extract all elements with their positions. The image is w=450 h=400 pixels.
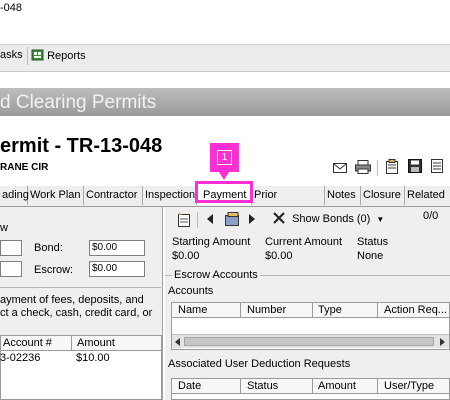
- deduction-requests-label: Associated User Deduction Requests: [168, 358, 351, 370]
- amount-column-header[interactable]: Amount: [77, 337, 115, 349]
- toolbar-separator: [27, 47, 28, 65]
- tab-closure[interactable]: Closure: [361, 186, 405, 205]
- accounts-action-header[interactable]: Action Req...: [384, 304, 447, 316]
- scroll-right-icon[interactable]: [440, 338, 445, 346]
- add-record-icon[interactable]: [177, 212, 191, 227]
- document-icon[interactable]: [430, 159, 444, 174]
- step-marker: 1: [210, 143, 239, 172]
- payments-grid-header: Account # Amount: [0, 335, 162, 351]
- deductions-user-type-header[interactable]: User/Type: [384, 380, 434, 392]
- print-icon[interactable]: [355, 160, 371, 174]
- tab-inspection-label: Inspection: [145, 189, 196, 201]
- tab-grading-label: ading: [2, 189, 29, 201]
- deductions-date-header[interactable]: Date: [178, 380, 201, 392]
- deductions-amount-header[interactable]: Amount: [318, 380, 356, 392]
- module-banner-title: d Clearing Permits: [0, 92, 157, 113]
- tab-grading[interactable]: ading: [0, 186, 29, 205]
- permit-address: RANE CIR: [0, 162, 49, 173]
- summary-field-2[interactable]: [0, 261, 22, 277]
- tab-work-plan-label: Work Plan: [30, 189, 81, 201]
- previous-record-icon[interactable]: [207, 214, 213, 224]
- column-separator: [377, 379, 378, 393]
- step-marker-pointer: [219, 172, 229, 180]
- accounts-name-header[interactable]: Name: [178, 304, 207, 316]
- tab-related[interactable]: Related: [405, 186, 450, 205]
- accounts-number-header[interactable]: Number: [247, 304, 286, 316]
- tab-notes-label: Notes: [327, 189, 356, 201]
- tab-inspection[interactable]: Inspection: [143, 186, 197, 205]
- left-divider: [0, 287, 161, 288]
- column-separator: [377, 303, 378, 317]
- tab-prior-approval[interactable]: Prior Approval: [252, 186, 325, 220]
- tab-contractor-label: Contractor: [86, 189, 138, 201]
- current-amount-label: Current Amount: [265, 236, 343, 248]
- show-bonds-button[interactable]: Show Bonds (0) ▼: [273, 212, 384, 225]
- payment-row-amount[interactable]: $10.00: [76, 352, 110, 364]
- escrow-label: Escrow:: [34, 264, 74, 276]
- step-marker-label: 1: [217, 150, 232, 165]
- tab-contractor[interactable]: Contractor: [84, 186, 143, 205]
- scroll-left-icon[interactable]: [175, 338, 180, 346]
- header-icon-separator: [377, 160, 378, 176]
- column-separator: [71, 336, 72, 350]
- starting-amount-label: Starting Amount: [172, 236, 251, 248]
- current-amount-value: $0.00: [265, 250, 293, 262]
- tab-notes[interactable]: Notes: [325, 186, 361, 205]
- next-record-icon[interactable]: [249, 214, 255, 224]
- record-counter: 0/0: [423, 210, 439, 222]
- escrow-accounts-label: Escrow Accounts: [172, 269, 260, 281]
- column-separator: [312, 303, 313, 317]
- save-icon[interactable]: [408, 159, 422, 174]
- tab-closure-label: Closure: [363, 189, 401, 201]
- reports-icon: [31, 49, 44, 61]
- column-separator: [312, 379, 313, 393]
- accounts-horizontal-scrollbar[interactable]: [172, 334, 449, 348]
- scrollbar-thumb[interactable]: [184, 337, 434, 346]
- accounts-label: Accounts: [168, 285, 214, 297]
- summary-field-1[interactable]: [0, 240, 22, 256]
- accounts-type-header[interactable]: Type: [318, 304, 342, 316]
- reports-label: Reports: [47, 50, 86, 62]
- record-lookup-icon[interactable]: [225, 212, 241, 226]
- column-separator: [240, 303, 241, 317]
- instruction-line-1: ayment of fees, deposits, and: [0, 294, 144, 306]
- tab-related-label: Related: [407, 189, 445, 201]
- status-value: None: [357, 250, 384, 262]
- close-x-icon: [273, 212, 285, 224]
- permit-title: ermit - TR-13-048: [0, 135, 163, 157]
- accounts-grid-header: Name Number Type Action Req...: [171, 302, 450, 318]
- tasks-label: asks: [0, 49, 23, 61]
- window-title: -048: [0, 2, 23, 14]
- email-icon[interactable]: [333, 162, 347, 174]
- payment-row-account[interactable]: 3-02236: [0, 352, 40, 364]
- bond-field[interactable]: $0.00: [89, 240, 145, 256]
- status-label: Status: [357, 236, 389, 248]
- chevron-down-icon: ▼: [376, 215, 385, 224]
- instruction-line-2: ct a check, cash, credit card, or: [0, 307, 153, 319]
- reports-button[interactable]: Reports: [31, 48, 86, 62]
- deductions-grid-header: Date Status Amount User/Type: [171, 378, 450, 394]
- deductions-grid-body: [171, 394, 450, 400]
- summary-row-label: w: [0, 222, 8, 234]
- tasks-button[interactable]: asks: [0, 49, 23, 61]
- show-bonds-label: Show Bonds (0): [292, 213, 371, 225]
- tab-work-plan[interactable]: Work Plan: [28, 186, 84, 205]
- deductions-status-header[interactable]: Status: [247, 380, 278, 392]
- window-titlebar: [0, 0, 450, 24]
- account-column-header[interactable]: Account #: [3, 337, 52, 349]
- starting-amount-value: $0.00: [172, 250, 200, 262]
- escrow-field[interactable]: $0.00: [89, 261, 145, 277]
- payment-tab-highlight: [195, 181, 253, 203]
- notes-icon[interactable]: [385, 159, 399, 174]
- payment-toolbar-separator: [197, 212, 198, 228]
- bond-label: Bond:: [34, 242, 63, 254]
- column-separator: [240, 379, 241, 393]
